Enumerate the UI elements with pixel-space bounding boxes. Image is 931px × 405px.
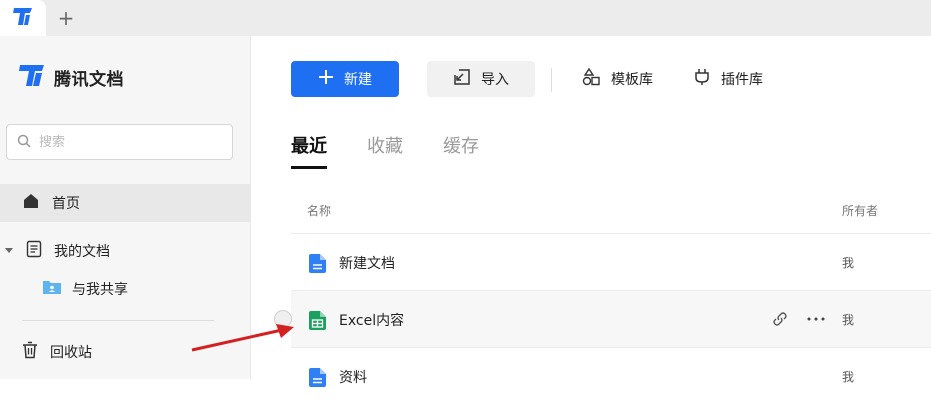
- plus-icon: [318, 69, 334, 89]
- file-owner: 我: [842, 256, 855, 270]
- tencent-docs-logo-icon: [12, 5, 34, 31]
- tab-favorites[interactable]: 收藏: [367, 132, 403, 169]
- sidebar-item-my-docs[interactable]: 我的文档: [0, 232, 251, 270]
- document-file-icon: [309, 254, 326, 277]
- home-icon: [22, 192, 40, 214]
- sidebar-item-shared-with-me[interactable]: 与我共享: [42, 270, 242, 308]
- import-icon: [453, 68, 471, 90]
- tencent-docs-logo-icon: [18, 62, 46, 92]
- sidebar-item-label: 我的文档: [54, 244, 110, 260]
- new-button-label: 新建: [344, 72, 372, 88]
- tab-recent[interactable]: 最近: [291, 132, 327, 169]
- import-button-label: 导入: [481, 72, 509, 88]
- table-row[interactable]: 资料 我: [291, 347, 931, 404]
- app-tab[interactable]: [0, 0, 46, 36]
- template-library-button[interactable]: 模板库: [581, 61, 653, 97]
- column-header-name: 名称: [307, 204, 332, 218]
- main-content: 新建 导入 模板库 插件库 最近 收藏 缓存 名称 所有者 新建文档 我 Exc…: [252, 36, 931, 387]
- sidebar-item-label: 与我共享: [72, 282, 128, 298]
- file-name[interactable]: 新建文档: [339, 234, 395, 291]
- sidebar-divider: [22, 320, 214, 321]
- annotation-arrow: [190, 320, 300, 360]
- template-library-label: 模板库: [611, 72, 653, 88]
- new-button[interactable]: 新建: [291, 61, 399, 97]
- sidebar-item-home[interactable]: 首页: [0, 184, 251, 222]
- search-box[interactable]: [6, 124, 233, 160]
- column-header-owner: 所有者: [842, 204, 879, 218]
- plug-icon: [693, 68, 711, 90]
- sidebar-item-label: 回收站: [50, 345, 92, 361]
- table-row[interactable]: 新建文档 我: [291, 233, 931, 290]
- new-tab-button[interactable]: +: [52, 4, 80, 32]
- document-icon: [26, 240, 42, 262]
- tab-cache[interactable]: 缓存: [443, 132, 479, 169]
- trash-icon: [22, 341, 38, 363]
- shared-folder-icon: [42, 279, 62, 299]
- search-input[interactable]: [39, 134, 209, 150]
- shapes-icon: [581, 67, 601, 90]
- plugin-library-label: 插件库: [721, 72, 763, 88]
- file-name[interactable]: Excel内容: [339, 291, 404, 348]
- copy-link-icon[interactable]: [770, 309, 790, 329]
- title-bar: +: [0, 0, 931, 36]
- table-row[interactable]: Excel内容 我: [274, 290, 931, 348]
- more-options-icon[interactable]: [806, 309, 826, 329]
- plugin-library-button[interactable]: 插件库: [693, 61, 763, 97]
- spreadsheet-file-icon: [309, 311, 326, 334]
- file-owner: 我: [842, 313, 855, 327]
- import-button[interactable]: 导入: [427, 61, 535, 97]
- doc-tabs: 最近 收藏 缓存: [291, 132, 479, 169]
- caret-down-icon[interactable]: [4, 243, 14, 259]
- file-owner: 我: [842, 370, 855, 384]
- sidebar-item-label: 首页: [52, 196, 80, 212]
- brand-name: 腾讯文档: [54, 69, 124, 90]
- document-file-icon: [309, 368, 326, 391]
- file-name[interactable]: 资料: [339, 348, 367, 405]
- search-icon: [17, 133, 31, 152]
- brand: 腾讯文档: [18, 62, 124, 92]
- toolbar-divider: [551, 68, 552, 92]
